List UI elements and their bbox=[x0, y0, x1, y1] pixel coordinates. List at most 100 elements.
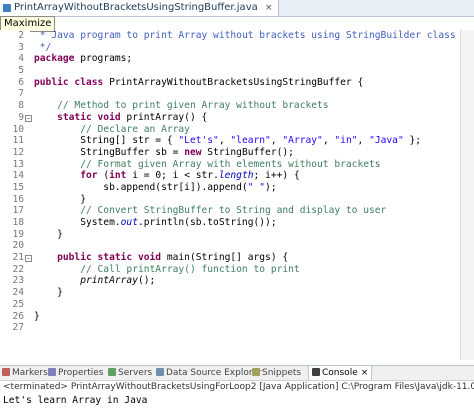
line-number: 4 bbox=[18, 53, 24, 65]
code-token: String[] str = { bbox=[34, 135, 179, 147]
line-number: 24 bbox=[12, 287, 24, 299]
code-line: 18 System.out.println(sb.toString()); bbox=[0, 217, 460, 229]
code-token: "Let's" bbox=[178, 135, 219, 147]
line-number: 21 bbox=[12, 252, 24, 264]
line-number: 26 bbox=[12, 310, 24, 322]
code-token: , bbox=[322, 135, 335, 147]
view-tab-icon bbox=[48, 368, 56, 376]
fold-toggle-icon[interactable]: − bbox=[25, 114, 32, 122]
line-number: 11 bbox=[12, 135, 24, 147]
code-token: StringBuffer sb = bbox=[34, 146, 185, 158]
code-text: for (int i = 0; i < str.length; i++) { bbox=[34, 170, 300, 182]
view-tab-servers[interactable]: Servers bbox=[108, 366, 152, 380]
code-line: 10 // Declare an Array bbox=[0, 124, 460, 136]
view-tab-markers[interactable]: Markers bbox=[2, 366, 48, 380]
view-tab-properties[interactable]: Properties bbox=[48, 366, 103, 380]
code-token: printArray() { bbox=[120, 111, 208, 123]
code-text: } bbox=[34, 287, 63, 299]
code-text: // Method to print given Array without b… bbox=[34, 100, 329, 112]
code-token: int bbox=[109, 170, 127, 182]
fold-toggle-icon[interactable]: − bbox=[25, 255, 32, 263]
code-token: out bbox=[120, 217, 138, 228]
code-editor[interactable]: 2 * Java program to print Array without … bbox=[0, 30, 474, 360]
console-status: <terminated> PrintArrayWithoutBracketsUs… bbox=[3, 382, 474, 392]
code-token: // Convert StringBuffer to String and di… bbox=[34, 205, 387, 217]
code-lines: 2 * Java program to print Array without … bbox=[0, 30, 460, 334]
code-text: // Convert StringBuffer to String and di… bbox=[34, 205, 386, 217]
editor-tab[interactable]: PrintArrayWithoutBracketsUsingStringBuff… bbox=[0, 0, 280, 16]
code-token: , bbox=[357, 135, 370, 147]
code-line: 15 sb.append(str[i]).append(" "); bbox=[0, 182, 460, 194]
code-line: 25 bbox=[0, 299, 460, 311]
code-token: sb.append(str[i]).append( bbox=[34, 181, 248, 193]
code-token: package bbox=[34, 53, 75, 65]
view-tab-label: Properties bbox=[58, 368, 104, 378]
view-tab-icon bbox=[252, 368, 260, 376]
line-number: 22 bbox=[12, 263, 24, 275]
code-line: 24 } bbox=[0, 287, 460, 299]
code-token: .println(sb.toString()); bbox=[137, 217, 277, 228]
code-line: 21− public static void main(String[] arg… bbox=[0, 252, 460, 264]
code-token: ; i++) { bbox=[253, 170, 300, 182]
code-line: 19 } bbox=[0, 229, 460, 241]
code-token: // Declare an Array bbox=[34, 123, 190, 135]
line-number: 19 bbox=[12, 228, 24, 240]
code-token: System. bbox=[34, 217, 121, 228]
line-number: 18 bbox=[12, 217, 24, 228]
code-text: StringBuffer sb = new StringBuffer(); bbox=[34, 147, 294, 159]
code-line: 26} bbox=[0, 311, 460, 323]
code-token: length bbox=[218, 170, 254, 182]
editor-tab-bar: PrintArrayWithoutBracketsUsingStringBuff… bbox=[0, 0, 474, 17]
code-text: package programs; bbox=[34, 53, 132, 65]
code-token: // Method to print given Array without b… bbox=[34, 100, 329, 112]
code-text: public class PrintArrayWithoutBracketsUs… bbox=[34, 77, 363, 89]
code-line: 12 StringBuffer sb = new StringBuffer(); bbox=[0, 147, 460, 159]
code-token: ); bbox=[265, 181, 277, 193]
code-line: 16 } bbox=[0, 194, 460, 206]
view-tab-label: Servers bbox=[118, 368, 153, 378]
code-token: public class bbox=[34, 76, 104, 88]
code-text: sb.append(str[i]).append(" "); bbox=[34, 181, 277, 194]
code-line: 6 public class PrintArrayWithoutBracketsU… bbox=[0, 77, 460, 89]
close-icon[interactable]: × bbox=[361, 368, 369, 378]
code-token: static void bbox=[34, 111, 121, 123]
code-line: 23 printArray(); bbox=[0, 275, 460, 287]
code-line: 17 // Convert StringBuffer to String and… bbox=[0, 205, 460, 217]
line-number: 15 bbox=[12, 181, 24, 193]
code-text: * Java program to print Array without br… bbox=[34, 30, 456, 42]
line-number: 5 bbox=[18, 65, 24, 77]
overview-ruler[interactable] bbox=[460, 30, 474, 360]
code-token: "learn" bbox=[230, 135, 271, 147]
code-token: public static void bbox=[34, 252, 162, 264]
view-tab-console[interactable]: Console × bbox=[308, 366, 373, 380]
code-line: 13 // Format given Array with elements w… bbox=[0, 159, 460, 171]
code-line: 2 * Java program to print Array without … bbox=[0, 30, 460, 42]
code-text: String[] str = { "Let's", "learn", "Arra… bbox=[34, 135, 421, 147]
code-line: 5 bbox=[0, 65, 460, 77]
code-token: i = 0; i < str. bbox=[126, 170, 219, 182]
code-token: } bbox=[34, 287, 63, 299]
close-icon[interactable]: × bbox=[265, 3, 273, 13]
code-token: "in" bbox=[334, 135, 358, 147]
code-line: 9− static void printArray() { bbox=[0, 112, 460, 124]
code-token: */ bbox=[34, 41, 52, 53]
code-line: 11 String[] str = { "Let's", "learn", "A… bbox=[0, 135, 460, 147]
code-token: // Call printArray() function to print bbox=[34, 263, 300, 275]
view-tab-icon bbox=[108, 368, 116, 376]
line-number: 7 bbox=[18, 88, 24, 100]
code-token: (); bbox=[137, 275, 156, 287]
view-tab-snippets[interactable]: Snippets bbox=[252, 366, 301, 380]
line-number: 25 bbox=[12, 298, 24, 310]
code-token: PrintArrayWithoutBracketsUsingStringBuff… bbox=[103, 76, 364, 88]
code-token: main(String[] args) { bbox=[161, 252, 289, 264]
code-line: 8 // Method to print given Array without… bbox=[0, 100, 460, 112]
line-number: 27 bbox=[12, 322, 24, 334]
code-token: for bbox=[34, 170, 98, 182]
view-tab-data-source-explorer[interactable]: Data Source Explorer bbox=[156, 366, 262, 380]
code-line: 27 bbox=[0, 322, 460, 334]
code-text: // Format given Array with elements with… bbox=[34, 159, 380, 171]
editor-tab-title: PrintArrayWithoutBracketsUsingStringBuff… bbox=[14, 2, 258, 13]
java-file-icon bbox=[3, 4, 11, 12]
code-token: StringBuffer(); bbox=[201, 146, 294, 158]
code-line: 4 package programs; bbox=[0, 53, 460, 65]
